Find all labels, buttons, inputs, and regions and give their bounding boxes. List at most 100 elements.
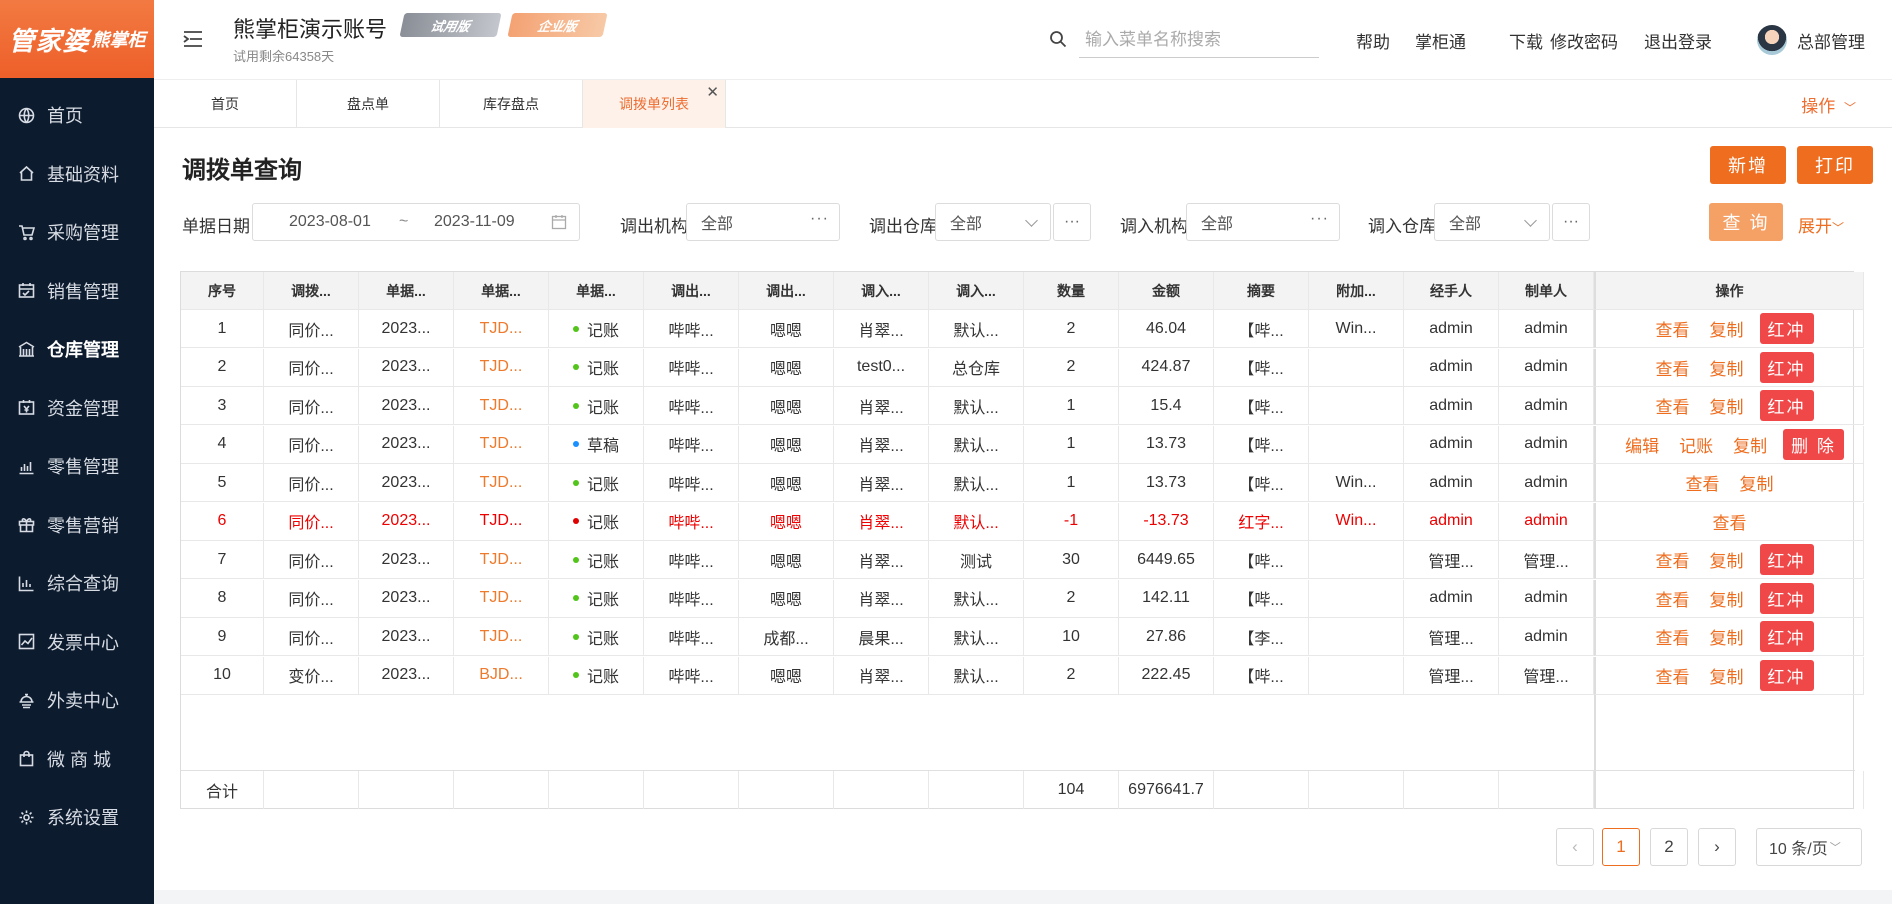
action-copy-link[interactable]: 复制 <box>1710 355 1744 380</box>
table-header-col-amount[interactable]: 金额 <box>1119 272 1214 310</box>
sidebar-item-sales[interactable]: 销售管理 <box>0 271 154 311</box>
help-link[interactable]: 帮助 <box>1356 28 1390 53</box>
table-header-col-in-org[interactable]: 调入... <box>834 272 929 310</box>
in-org-select[interactable]: 全部 ··· <box>1186 203 1340 241</box>
tab-inventory-check[interactable]: 库存盘点 <box>440 80 583 128</box>
add-button[interactable]: 新增 <box>1710 146 1786 184</box>
tab-home[interactable]: 首页 <box>154 80 297 128</box>
cell-bill-code[interactable]: TJD... <box>454 579 549 618</box>
table-header-col-maker[interactable]: 制单人 <box>1499 272 1594 310</box>
expand-link[interactable]: 展开﹀ <box>1798 212 1844 237</box>
table-header-col-actions[interactable]: 操作 <box>1594 272 1864 310</box>
sidebar-item-funds[interactable]: 资金管理 <box>0 388 154 428</box>
table-header-col-bill-code[interactable]: 单据... <box>454 272 549 310</box>
action-view-link[interactable]: 查看 <box>1656 355 1690 380</box>
cell-bill-code[interactable]: TJD... <box>454 464 549 502</box>
user-name[interactable]: 总部管理 <box>1797 28 1865 53</box>
table-header-col-bill-status[interactable]: 单据... <box>549 272 644 310</box>
date-to[interactable]: 2023-11-09 <box>434 213 515 231</box>
table-row[interactable]: 7 同价... 2023... TJD... 记账 哔哔... 嗯嗯 肖翠... 测试 30 644… <box>181 541 1864 579</box>
menu-search-input[interactable] <box>1079 22 1319 58</box>
next-page-button[interactable]: › <box>1698 828 1736 866</box>
action-view-link[interactable]: 查看 <box>1656 624 1690 649</box>
out-org-select[interactable]: 全部 ··· <box>686 203 840 241</box>
prev-page-button[interactable]: ‹ <box>1556 828 1594 866</box>
action-edit-link[interactable]: 编辑 <box>1625 432 1659 457</box>
table-header-col-extra[interactable]: 附加... <box>1309 272 1404 310</box>
page-2-button[interactable]: 2 <box>1650 828 1688 866</box>
action-view-link[interactable]: 查看 <box>1656 547 1690 572</box>
action-view-link[interactable]: 查看 <box>1686 470 1720 495</box>
cell-bill-code[interactable]: TJD... <box>454 387 549 425</box>
operations-menu[interactable]: 操作 ﹀ <box>1801 92 1856 117</box>
delete-button[interactable]: 删 除 <box>1783 428 1844 460</box>
date-range-picker[interactable]: 2023-08-01 ~ 2023-11-09 <box>252 203 580 241</box>
sidebar-item-invoice[interactable]: 发票中心 <box>0 622 154 662</box>
action-view-link[interactable]: 查看 <box>1656 316 1690 341</box>
reverse-button[interactable]: 红冲 <box>1759 621 1814 652</box>
reverse-button[interactable]: 红冲 <box>1759 351 1814 383</box>
sidebar-item-settings[interactable]: 系统设置 <box>0 797 154 837</box>
table-header-col-out-org[interactable]: 调出... <box>644 272 739 310</box>
in-warehouse-more-button[interactable]: ··· <box>1552 203 1590 241</box>
sidebar-item-warehouse[interactable]: 仓库管理 <box>0 329 154 369</box>
reverse-button[interactable]: 红冲 <box>1759 390 1814 421</box>
table-header-col-transfer-type[interactable]: 调拨... <box>264 272 359 310</box>
action-view-link[interactable]: 查看 <box>1656 393 1690 418</box>
cell-bill-code[interactable]: BJD... <box>454 656 549 695</box>
more-icon[interactable]: ··· <box>810 210 829 228</box>
table-header-col-handler[interactable]: 经手人 <box>1404 272 1499 310</box>
tab-stocktake[interactable]: 盘点单 <box>297 80 440 128</box>
reverse-button[interactable]: 红冲 <box>1759 659 1814 691</box>
table-row[interactable]: 8 同价... 2023... TJD... 记账 哔哔... 嗯嗯 肖翠... 默认... 2 1… <box>181 579 1864 618</box>
table-header-col-no[interactable]: 序号 <box>181 272 264 310</box>
reverse-button[interactable]: 红冲 <box>1759 313 1814 344</box>
cell-bill-code[interactable]: TJD... <box>454 502 549 541</box>
logout-link[interactable]: 退出登录 <box>1644 28 1712 53</box>
sidebar-item-takeaway[interactable]: 外卖中心 <box>0 680 154 720</box>
sidebar-item-purchase[interactable]: 采购管理 <box>0 212 154 252</box>
table-row[interactable]: 9 同价... 2023... TJD... 记账 哔哔... 成都... 晨果... 默认..… <box>181 618 1864 656</box>
table-header-col-qty[interactable]: 数量 <box>1024 272 1119 310</box>
action-copy-link[interactable]: 复制 <box>1710 547 1744 572</box>
reverse-button[interactable]: 红冲 <box>1759 544 1814 575</box>
brand-logo[interactable]: 管家婆 熊掌柜 <box>0 0 154 78</box>
in-warehouse-select[interactable]: 全部 <box>1434 203 1550 241</box>
cell-bill-code[interactable]: TJD... <box>454 541 549 579</box>
action-copy-link[interactable]: 复制 <box>1710 624 1744 649</box>
sidebar-item-home[interactable]: 首页 <box>0 95 154 135</box>
table-header-col-memo[interactable]: 摘要 <box>1214 272 1309 310</box>
action-copy-link[interactable]: 复制 <box>1710 663 1744 688</box>
out-warehouse-more-button[interactable]: ··· <box>1053 203 1091 241</box>
avatar[interactable] <box>1757 25 1787 55</box>
print-button[interactable]: 打印 <box>1797 146 1873 184</box>
table-header-col-out-warehouse[interactable]: 调出... <box>739 272 834 310</box>
sidebar-item-mall[interactable]: 微 商 城 <box>0 739 154 779</box>
table-row[interactable]: 4 同价... 2023... TJD... 草稿 哔哔... 嗯嗯 肖翠... 默认... 1 1… <box>181 425 1864 464</box>
sidebar-item-query[interactable]: 综合查询 <box>0 563 154 603</box>
zhanggui-link[interactable]: 掌柜通 <box>1415 28 1466 53</box>
action-post-link[interactable]: 记账 <box>1679 432 1713 457</box>
tab-transfer-list[interactable]: 调拨单列表 ✕ <box>583 80 726 128</box>
cell-bill-code[interactable]: TJD... <box>454 310 549 348</box>
action-view-link[interactable]: 查看 <box>1656 663 1690 688</box>
action-copy-link[interactable]: 复制 <box>1710 316 1744 341</box>
table-row[interactable]: 5 同价... 2023... TJD... 记账 哔哔... 嗯嗯 肖翠... 默认... 1 1… <box>181 464 1864 502</box>
cell-bill-code[interactable]: TJD... <box>454 348 549 387</box>
cell-bill-code[interactable]: TJD... <box>454 425 549 464</box>
action-view-link[interactable]: 查看 <box>1713 509 1747 534</box>
close-icon[interactable]: ✕ <box>706 83 719 101</box>
query-button[interactable]: 查 询 <box>1709 203 1783 241</box>
reverse-button[interactable]: 红冲 <box>1759 582 1814 614</box>
action-view-link[interactable]: 查看 <box>1656 586 1690 611</box>
out-warehouse-select[interactable]: 全部 <box>935 203 1051 241</box>
sidebar-item-retail-marketing[interactable]: 零售营销 <box>0 505 154 545</box>
table-row[interactable]: 10 变价... 2023... BJD... 记账 哔哔... 嗯嗯 肖翠... 默认... 2… <box>181 656 1864 695</box>
change-password-link[interactable]: 修改密码 <box>1550 28 1618 53</box>
more-icon[interactable]: ··· <box>1310 210 1329 228</box>
action-copy-link[interactable]: 复制 <box>1710 393 1744 418</box>
menu-toggle-icon[interactable] <box>182 28 204 50</box>
action-copy-link[interactable]: 复制 <box>1740 470 1774 495</box>
search-icon[interactable] <box>1049 30 1067 48</box>
table-header-col-bill-date[interactable]: 单据... <box>359 272 454 310</box>
